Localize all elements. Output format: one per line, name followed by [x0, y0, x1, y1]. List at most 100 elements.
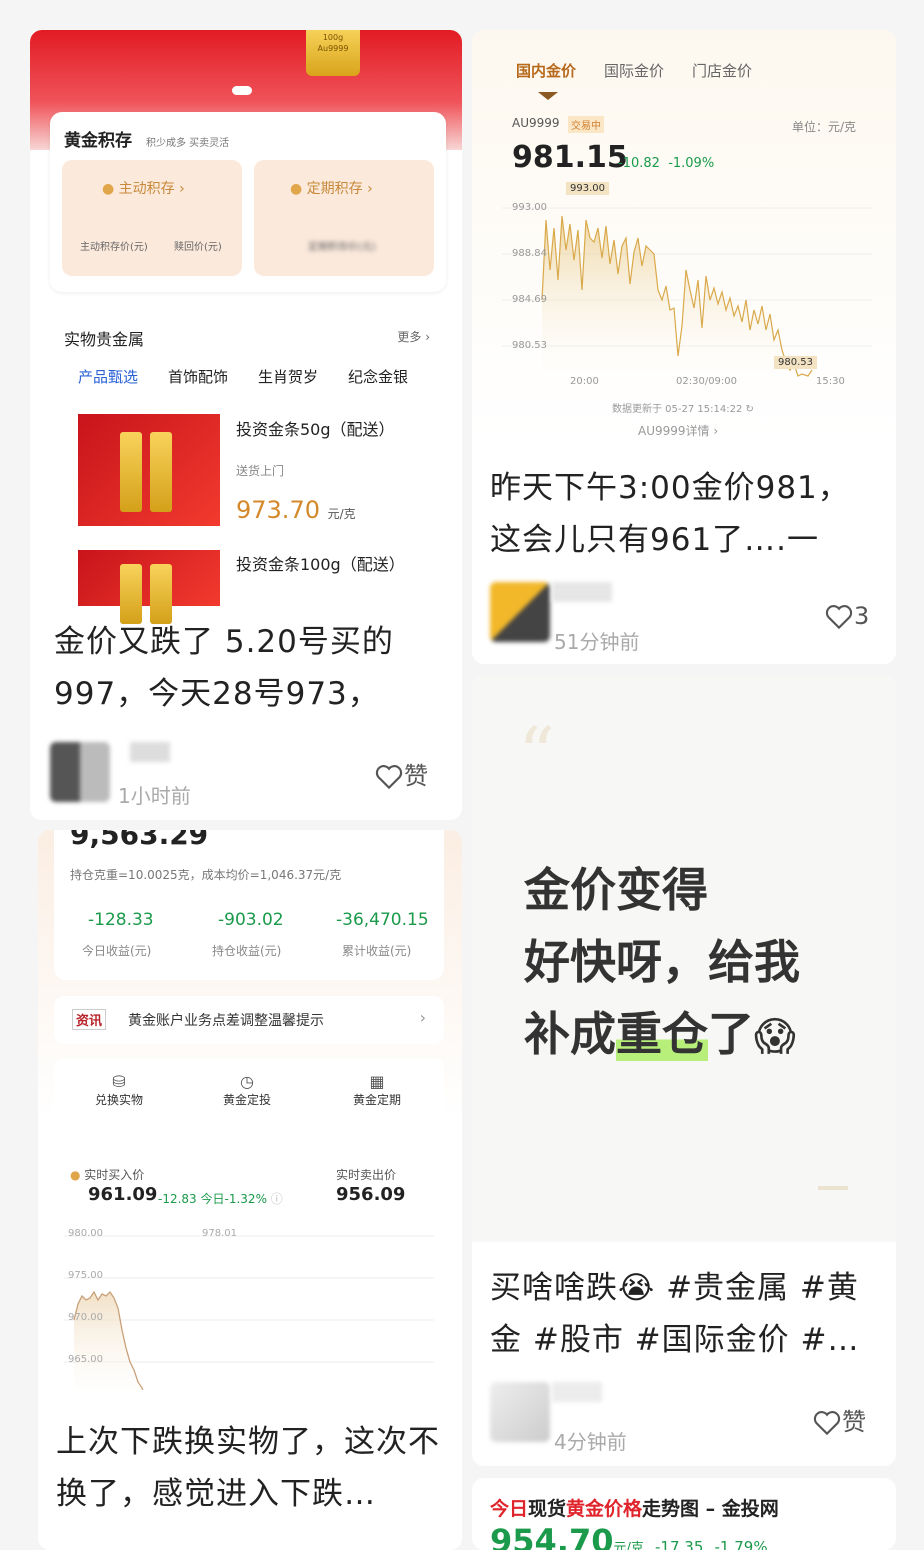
gold-bar-icon: ⛁	[112, 1072, 126, 1091]
active-deposit-button[interactable]: ● 主动积存 ›	[102, 178, 185, 198]
tab-zodiac[interactable]: 生肖贺岁	[258, 366, 318, 387]
gold-term-button[interactable]: ▦ 黄金定期	[352, 1072, 402, 1108]
post-title[interactable]: 昨天下午3:00金价981，这会儿只有961了….一天…	[490, 462, 880, 566]
update-time: 数据更新于 05-27 15:14:22 ↻	[612, 404, 754, 415]
tab-international[interactable]: 国际金价	[604, 60, 664, 81]
sell-label: 实时卖出价	[336, 1168, 397, 1182]
intraday-chart	[64, 1235, 434, 1402]
username[interactable]	[552, 1382, 602, 1402]
product-price-50g: 973.70 元/克	[236, 496, 356, 524]
y-tick: 965.00	[68, 1354, 103, 1365]
username[interactable]	[552, 582, 612, 602]
avatar[interactable]	[490, 1382, 550, 1442]
exchange-physical-button[interactable]: ⛁ 兑换实物	[94, 1072, 144, 1108]
y-tick: 993.00	[512, 202, 547, 213]
unit-label: 单位：元/克	[791, 120, 856, 134]
crying-emoji-icon: 😱	[754, 1014, 796, 1060]
y-tick: 988.84	[512, 248, 547, 259]
stat-today: -128.33	[88, 910, 154, 930]
current-price: 981.15	[512, 140, 628, 175]
y-tick: 980.00	[68, 1228, 103, 1239]
holding-info: 持仓克重=10.0025克，成本均价=1,046.37元/克	[70, 868, 342, 882]
heart-icon	[825, 605, 853, 630]
calendar-icon: ▦	[369, 1072, 385, 1091]
chevron-right-icon: ›	[419, 1008, 426, 1027]
deposit-title: 黄金积存	[64, 131, 132, 151]
product-image-100g[interactable]	[78, 550, 220, 624]
active-price-label: 主动积存价(元)	[80, 242, 148, 253]
like-button[interactable]: 赞	[812, 1402, 866, 1437]
news-text: 黄金账户业务点差调整温馨提示	[128, 1013, 324, 1029]
account-summary: 9,563.29 持仓克重=10.0025克，成本均价=1,046.37元/克 …	[54, 830, 444, 980]
tab-store[interactable]: 门店金价	[692, 60, 752, 81]
clock-icon: ◷	[240, 1072, 254, 1091]
post-time: 4分钟前	[554, 1430, 627, 1454]
physical-metal-section: 实物贵金属 更多 › 产品甄选 首饰配饰 生肖贺岁 纪念金银 投资金条50g（配…	[50, 306, 446, 624]
tab-indicator	[538, 92, 558, 100]
product-name-100g[interactable]: 投资金条100g（配送）	[236, 554, 416, 576]
tab-domestic[interactable]: 国内金价	[516, 60, 576, 81]
chart-panel: 国内金价 国际金价 门店金价 AU9999 交易中 单位：元/克 981.15 …	[472, 30, 896, 442]
status-badge: 交易中	[568, 116, 604, 133]
product-name-50g[interactable]: 投资金条50g（配送）	[236, 416, 395, 440]
post-card-gold-deposit[interactable]: 100g Au9999 黄金积存 积少成多 买卖灵活 ● 主动积存 › 主动积存…	[30, 30, 462, 820]
realtime-price-panel: ● 实时买入价 961.09 -12.83 今日-1.32% ⓘ 实时卖出价 9…	[54, 1152, 444, 1402]
buy-label: ● 实时买入价	[70, 1168, 145, 1182]
x-tick: 02:30/09:00	[676, 376, 738, 387]
avatar[interactable]	[490, 582, 550, 642]
avatar[interactable]	[50, 742, 110, 802]
code-label: AU9999	[512, 116, 560, 130]
big-text: 金价变得 好快呀，给我 补成重仓了😱	[524, 863, 800, 1061]
tab-commemorative[interactable]: 纪念金银	[348, 366, 408, 387]
post-card-gold-chart[interactable]: 国内金价 国际金价 门店金价 AU9999 交易中 单位：元/克 981.15 …	[472, 30, 896, 664]
redeem-price-label: 赎回价(元)	[174, 242, 222, 253]
refresh-icon: ↻	[745, 404, 754, 415]
post-card-gold-account[interactable]: 9,563.29 持仓克重=10.0025克，成本均价=1,046.37元/克 …	[38, 830, 462, 1550]
buy-price: 961.09	[88, 1184, 158, 1205]
detail-link[interactable]: AU9999详情 ›	[638, 422, 718, 439]
y-tick: 975.00	[68, 1270, 103, 1281]
post-time: 51分钟前	[554, 630, 640, 654]
active-deposit-panel[interactable]: ● 主动积存 › 主动积存价(元) 赎回价(元)	[62, 160, 242, 276]
gold-fixed-invest-button[interactable]: ◷ 黄金定投	[222, 1072, 272, 1108]
fixed-deposit-button[interactable]: ● 定期积存 ›	[290, 178, 373, 198]
text-image: “ 金价变得 好快呀，给我 补成重仓了😱	[472, 676, 896, 1242]
x-tick: 20:00	[570, 376, 599, 387]
stat-holding-label: 持仓收益(元)	[212, 944, 282, 958]
tab-product[interactable]: 产品甄选	[78, 366, 138, 387]
heart-icon	[375, 765, 403, 790]
quote-icon: “	[518, 712, 555, 796]
buy-change: -12.83 今日-1.32% ⓘ	[158, 1192, 283, 1206]
news-tag: 资讯	[72, 1009, 107, 1030]
price-change: -10.82 -1.09%	[618, 156, 715, 171]
like-button[interactable]: 赞	[374, 756, 428, 791]
product-tag: 送货上门	[236, 464, 285, 478]
x-tick: 15:30	[816, 376, 845, 387]
actions-bar: ⛁ 兑换实物 ◷ 黄金定投 ▦ 黄金定期	[54, 1058, 444, 1140]
fixed-deposit-panel[interactable]: ● 定期积存 › 定期积存价(元)	[254, 160, 434, 276]
more-link[interactable]: 更多 ›	[397, 328, 430, 345]
spot-gold-title: 今日现货黄金价格走势图 – 金投网	[490, 1498, 779, 1520]
post-title[interactable]: 上次下跌换实物了，这次不换了，感觉进入下跌…	[56, 1416, 446, 1524]
spot-gold-price: 954.70元/克 -17.35 -1.79%	[490, 1522, 768, 1550]
product-image-50g[interactable]	[78, 414, 220, 526]
fixed-price-label: 定期积存价(元)	[308, 242, 376, 253]
low-label: 980.53	[774, 356, 817, 369]
tab-jewelry[interactable]: 首饰配饰	[168, 366, 228, 387]
post-card-text[interactable]: “ 金价变得 好快呀，给我 补成重仓了😱 买啥啥跌😭 #贵金属 #黄金 #股市 …	[472, 676, 896, 1466]
carousel-dot	[232, 86, 252, 95]
metal-title: 实物贵金属	[64, 330, 145, 349]
news-bar[interactable]: 资讯 黄金账户业务点差调整温馨提示 ›	[54, 996, 444, 1044]
post-title[interactable]: 金价又跌了 5.20号买的997，今天28号973，赔…	[54, 616, 442, 720]
post-card-spot-gold[interactable]: 今日现货黄金价格走势图 – 金投网 954.70元/克 -17.35 -1.79…	[472, 1478, 896, 1550]
post-title[interactable]: 买啥啥跌😭 #贵金属 #黄金 #股市 #国际金价 #…	[490, 1262, 880, 1370]
coin-icon: ●	[102, 181, 119, 197]
peak-label: 978.01	[202, 1228, 237, 1239]
stat-cumulative: -36,470.15	[336, 910, 429, 930]
like-button[interactable]: 3	[824, 602, 869, 630]
total-assets: 9,563.29	[70, 830, 209, 851]
username[interactable]	[130, 742, 170, 762]
post-time: 1小时前	[118, 784, 191, 808]
y-tick: 984.69	[512, 294, 547, 305]
sell-price: 956.09	[336, 1184, 406, 1205]
